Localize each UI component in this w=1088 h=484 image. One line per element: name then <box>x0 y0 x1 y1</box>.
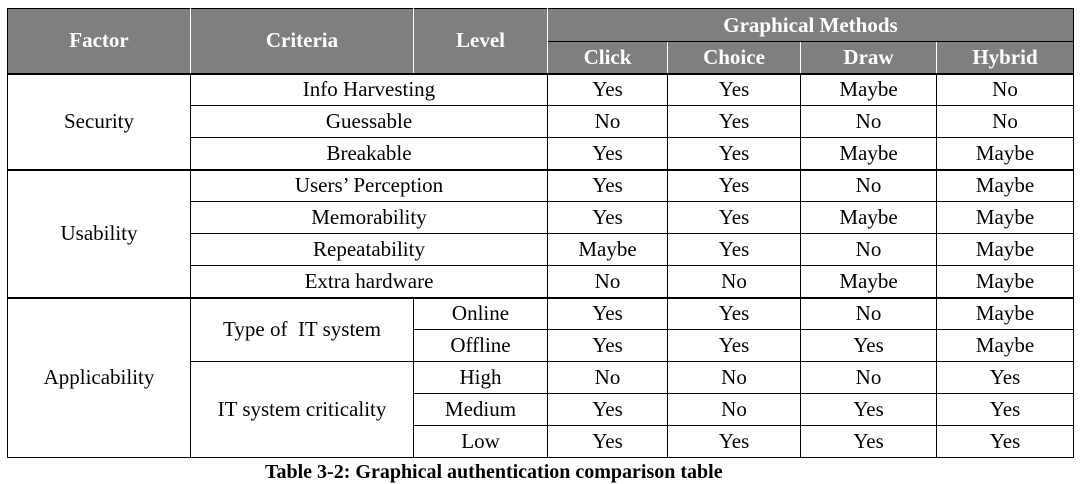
value-cell: Yes <box>800 393 937 426</box>
value-cell: No <box>667 361 801 394</box>
header-method-draw: Draw <box>800 41 937 74</box>
criteria-cell: Memorability <box>190 201 548 234</box>
value-cell: Yes <box>667 425 801 458</box>
value-cell: Yes <box>547 425 668 458</box>
value-cell: Yes <box>667 72 801 106</box>
table-caption: Table 3-2: Graphical authentication comp… <box>265 461 723 483</box>
value-cell: Maybe <box>800 72 937 106</box>
value-cell: No <box>547 265 668 298</box>
criteria-cell: Type of IT system <box>190 296 414 362</box>
header-factor: Factor <box>7 8 191 74</box>
header-method-hybrid: Hybrid <box>936 41 1074 74</box>
value-cell: Maybe <box>936 168 1074 202</box>
value-cell: No <box>547 361 668 394</box>
level-cell: Medium <box>413 393 548 426</box>
value-cell: No <box>800 105 937 138</box>
value-cell: Maybe <box>936 137 1074 170</box>
table-row: Applicability Type of IT system Online Y… <box>7 296 1074 458</box>
value-cell: Maybe <box>800 137 937 170</box>
header-method-choice: Choice <box>667 41 801 74</box>
criteria-cell: Extra hardware <box>190 265 548 298</box>
value-cell: No <box>800 168 937 202</box>
value-cell: Yes <box>547 329 668 362</box>
value-cell: Yes <box>667 329 801 362</box>
value-cell: Yes <box>936 361 1074 394</box>
criteria-cell: Users’ Perception <box>190 168 548 202</box>
value-cell: Yes <box>667 105 801 138</box>
value-cell: Yes <box>547 201 668 234</box>
value-cell: Maybe <box>936 265 1074 298</box>
criteria-cell: Guessable <box>190 105 548 138</box>
value-cell: Yes <box>667 201 801 234</box>
value-cell: Yes <box>800 425 937 458</box>
value-cell: Maybe <box>800 265 937 298</box>
criteria-cell: Info Harvesting <box>190 72 548 106</box>
value-cell: Yes <box>936 393 1074 426</box>
factor-cell: Security <box>7 72 191 170</box>
value-cell: Yes <box>547 168 668 202</box>
factor-cell: Usability <box>7 168 191 298</box>
value-cell: Yes <box>547 72 668 106</box>
value-cell: Yes <box>936 425 1074 458</box>
level-cell: Offline <box>413 329 548 362</box>
value-cell: Maybe <box>547 233 668 266</box>
header-level: Level <box>413 8 548 74</box>
value-cell: Yes <box>667 168 801 202</box>
value-cell: Maybe <box>800 201 937 234</box>
criteria-cell: Breakable <box>190 137 548 170</box>
level-cell: Low <box>413 425 548 458</box>
criteria-cell: Repeatability <box>190 233 548 266</box>
value-cell: No <box>547 105 668 138</box>
value-cell: No <box>936 105 1074 138</box>
value-cell: No <box>936 72 1074 106</box>
value-cell: No <box>800 233 937 266</box>
value-cell: Maybe <box>936 329 1074 362</box>
value-cell: Maybe <box>936 233 1074 266</box>
value-cell: No <box>800 361 937 394</box>
value-cell: Maybe <box>936 296 1074 330</box>
value-cell: Maybe <box>936 201 1074 234</box>
value-cell: No <box>667 393 801 426</box>
value-cell: Yes <box>667 233 801 266</box>
value-cell: Yes <box>547 296 668 330</box>
value-cell: Yes <box>547 393 668 426</box>
header-graphical-methods: Graphical Methods <box>547 8 1074 42</box>
level-cell: High <box>413 361 548 394</box>
value-cell: No <box>667 265 801 298</box>
value-cell: No <box>800 296 937 330</box>
table-row: Security Info Harvesting Yes Yes Maybe N… <box>7 72 1074 170</box>
value-cell: Yes <box>667 296 801 330</box>
level-cell: Online <box>413 296 548 330</box>
value-cell: Yes <box>667 137 801 170</box>
value-cell: Yes <box>547 137 668 170</box>
value-cell: Yes <box>800 329 937 362</box>
factor-cell: Applicability <box>7 296 191 458</box>
header-criteria: Criteria <box>190 8 414 74</box>
criteria-cell: IT system criticality <box>190 361 414 458</box>
header-method-click: Click <box>547 41 668 74</box>
table-row: Usability Users’ Perception Yes Yes No M… <box>7 168 1074 298</box>
comparison-table: Factor Criteria Level Graphical Methods … <box>7 8 1074 458</box>
